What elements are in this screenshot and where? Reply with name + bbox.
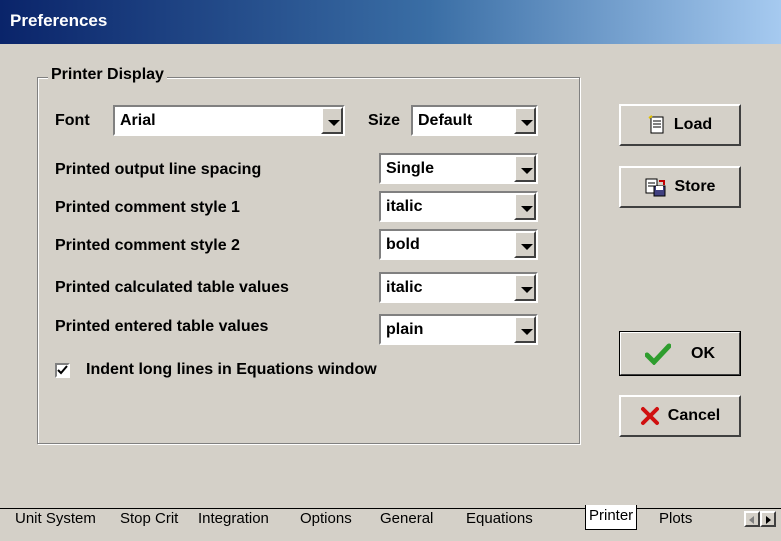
calculated-values-label: Printed calculated table values (55, 279, 289, 296)
tab-equations[interactable]: Equations (463, 508, 536, 532)
tab-plots[interactable]: Plots (656, 508, 695, 532)
checkmark-icon (645, 343, 671, 365)
store-button[interactable]: Store (619, 166, 741, 208)
chevron-down-icon[interactable] (514, 231, 536, 258)
cancel-button[interactable]: Cancel (619, 395, 741, 437)
tab-bar: Unit System Stop Crit Integration Option… (0, 505, 781, 541)
tab-scroll-right-button[interactable] (760, 511, 776, 527)
calculated-values-select[interactable]: italic (379, 272, 538, 303)
chevron-down-icon[interactable] (514, 193, 536, 220)
font-label: Font (55, 112, 90, 129)
tab-unit-system[interactable]: Unit System (12, 508, 99, 532)
cancel-button-label: Cancel (667, 407, 721, 424)
font-select-value: Arial (120, 112, 156, 129)
chevron-down-icon[interactable] (514, 155, 536, 182)
line-spacing-select[interactable]: Single (379, 153, 538, 184)
entered-values-value: plain (386, 321, 424, 338)
chevron-down-icon[interactable] (514, 274, 536, 301)
size-label: Size (368, 112, 401, 129)
indent-checkbox[interactable] (55, 363, 70, 378)
entered-values-label: Printed entered table values (55, 318, 269, 335)
line-spacing-label: Printed output line spacing (55, 161, 262, 178)
ok-button[interactable]: OK (619, 331, 741, 376)
tab-stop-crit[interactable]: Stop Crit (117, 508, 181, 532)
entered-values-select[interactable]: plain (379, 314, 538, 345)
indent-checkbox-label[interactable]: Indent long lines in Equations window (86, 361, 377, 379)
title-bar: Preferences (0, 0, 781, 44)
comment-style-1-value: italic (386, 198, 423, 215)
calculated-values-value: italic (386, 279, 423, 296)
comment-style-2-select[interactable]: bold (379, 229, 538, 260)
ok-button-label: OK (691, 344, 715, 362)
arrow-left-icon (749, 516, 754, 524)
tab-integration[interactable]: Integration (195, 508, 272, 532)
size-select-value: Default (418, 112, 473, 129)
comment-style-2-value: bold (386, 236, 420, 253)
tab-printer[interactable]: Printer (585, 505, 638, 530)
arrow-right-icon (766, 516, 771, 524)
load-button[interactable]: Load (619, 104, 741, 146)
store-document-icon (645, 178, 666, 197)
tab-options[interactable]: Options (297, 508, 355, 532)
group-legend: Printer Display (48, 66, 167, 84)
comment-style-1-select[interactable]: italic (379, 191, 538, 222)
check-icon (57, 365, 68, 375)
line-spacing-value: Single (386, 160, 435, 177)
store-button-label: Store (674, 178, 716, 195)
comment-style-1-label: Printed comment style 1 (55, 199, 240, 216)
size-select[interactable]: Default (411, 105, 538, 136)
comment-style-2-label: Printed comment style 2 (55, 237, 240, 254)
window-title: Preferences (10, 11, 108, 30)
chevron-down-icon[interactable] (514, 107, 536, 134)
chevron-down-icon[interactable] (514, 316, 536, 343)
load-button-label: Load (673, 116, 713, 133)
font-select[interactable]: Arial (113, 105, 345, 136)
chevron-down-icon[interactable] (321, 107, 343, 134)
tab-general[interactable]: General (377, 508, 436, 532)
cancel-x-icon (640, 407, 659, 425)
load-document-icon (648, 115, 664, 134)
tab-scroll-left-button[interactable] (744, 511, 760, 527)
